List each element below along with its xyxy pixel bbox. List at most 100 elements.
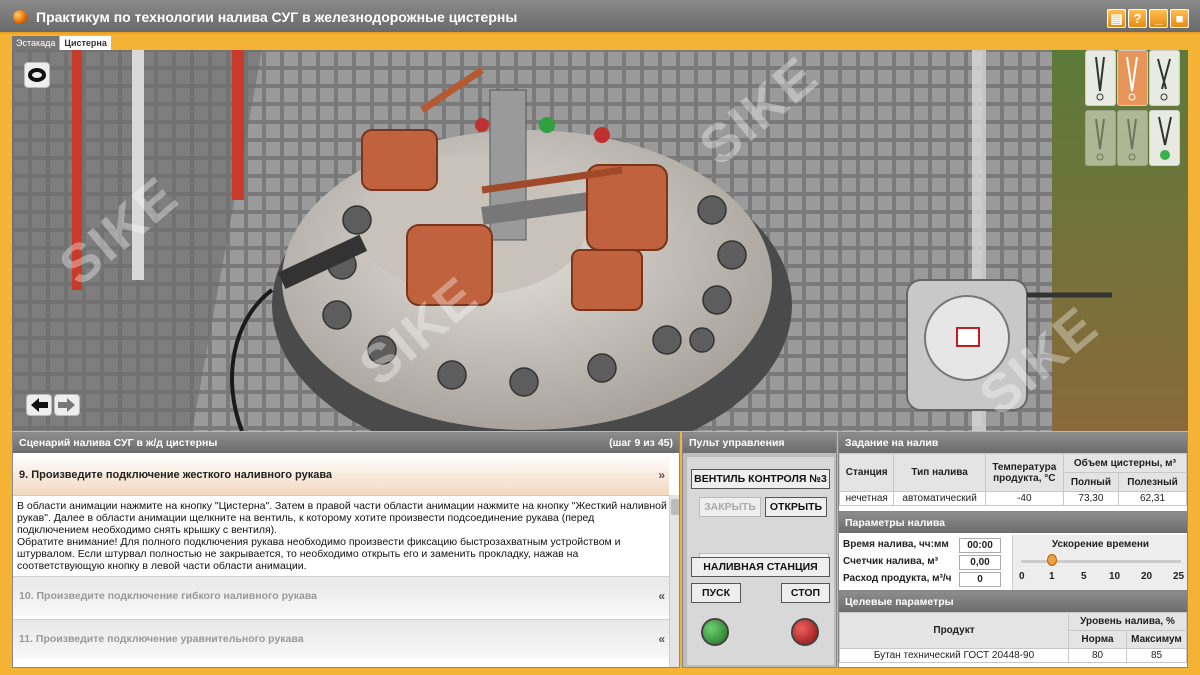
minimize-icon[interactable]: _ bbox=[1149, 9, 1168, 28]
task-title: Задание на налив bbox=[839, 433, 1187, 453]
cell-temperature: -40 bbox=[984, 491, 1064, 506]
scene-illustration bbox=[12, 50, 1188, 431]
control-panel: Пульт управления ВЕНТИЛЬ КОНТРОЛЯ №3 ЗАК… bbox=[682, 432, 837, 668]
speed-tick: 25 bbox=[1173, 571, 1185, 582]
flow-label: Расход продукта, м³/ч bbox=[843, 573, 952, 584]
task-table: Станция Тип налива Температура продукта,… bbox=[839, 453, 1187, 506]
prev-button[interactable] bbox=[26, 394, 52, 416]
animation-area[interactable]: SIKE SIKE SIKE SIKE bbox=[12, 50, 1188, 431]
time-acceleration: Ускорение времени 0 1 5 10 20 25 bbox=[1012, 535, 1187, 590]
control-title: Пульт управления bbox=[683, 433, 836, 453]
grounding-tool[interactable] bbox=[1149, 110, 1180, 166]
window-title: Практикум по технологии налива СУГ в жел… bbox=[36, 9, 518, 25]
stop-button[interactable]: СТОП bbox=[781, 583, 830, 603]
speed-tick: 0 bbox=[1019, 571, 1025, 582]
header-temperature: Температура продукта, °С bbox=[984, 453, 1064, 492]
equalizing-hose-icon bbox=[1095, 118, 1105, 161]
start-lamp[interactable] bbox=[701, 618, 729, 646]
table-row: нечетная автоматический -40 73,30 62,31 bbox=[839, 491, 1187, 506]
filling-station-button[interactable]: НАЛИВНАЯ СТАНЦИЯ bbox=[691, 557, 830, 577]
step-counter: (шаг 9 из 45) bbox=[609, 437, 673, 449]
valve-icon bbox=[1126, 56, 1138, 101]
flexible-hose-icon bbox=[1157, 58, 1171, 101]
time-value: 00:00 bbox=[959, 538, 1001, 553]
table-row: Бутан технический ГОСТ 20448-90 80 85 bbox=[839, 648, 1187, 663]
target-panel: Целевые параметры Продукт Уровень налива… bbox=[838, 591, 1188, 668]
counter-value: 0,00 bbox=[959, 555, 1001, 570]
scenario-title: Сценарий налива СУГ в ж/д цистерны bbox=[19, 437, 218, 449]
stop-lamp[interactable] bbox=[791, 618, 819, 646]
header-product: Продукт bbox=[839, 612, 1069, 649]
start-button[interactable]: ПУСК bbox=[691, 583, 741, 603]
flexible-hose-tool[interactable] bbox=[1149, 50, 1180, 106]
step-title: 10. Произведите подключение гибкого нали… bbox=[19, 590, 317, 602]
valve-tool[interactable] bbox=[1117, 50, 1148, 106]
header-max: Максимум bbox=[1126, 630, 1187, 649]
speed-tick: 1 bbox=[1049, 571, 1055, 582]
header-norm: Норма bbox=[1068, 630, 1127, 649]
control-body: ВЕНТИЛЬ КОНТРОЛЯ №3 ЗАКРЫТЬ ОТКРЫТЬ НАЛИ… bbox=[687, 457, 834, 665]
grounding-clamp-icon bbox=[1158, 116, 1172, 160]
speed-slider-knob[interactable] bbox=[1047, 554, 1057, 566]
cell-product: Бутан технический ГОСТ 20448-90 bbox=[839, 648, 1069, 663]
gasket-button[interactable] bbox=[24, 62, 50, 88]
scenario-header: Сценарий налива СУГ в ж/д цистерны (шаг … bbox=[13, 433, 679, 453]
app-window: Практикум по технологии налива СУГ в жел… bbox=[0, 0, 1200, 675]
header-type: Тип налива bbox=[893, 453, 986, 492]
task-panel: Задание на налив Станция Тип налива Темп… bbox=[838, 432, 1188, 512]
flow-value: 0 bbox=[959, 572, 1001, 587]
params-title: Параметры налива bbox=[839, 513, 1187, 533]
current-step-title: 9. Произведите подключение жесткого нали… bbox=[19, 469, 333, 481]
book-icon[interactable]: ▤ bbox=[1107, 9, 1126, 28]
cell-max: 85 bbox=[1126, 648, 1187, 663]
cell-norm: 80 bbox=[1068, 648, 1127, 663]
pressure-icon bbox=[1127, 118, 1137, 161]
gasket-icon bbox=[28, 68, 46, 82]
step-item[interactable]: 10. Произведите подключение гибкого нали… bbox=[13, 576, 669, 616]
viewport-tabs: Эстакада Цистерна bbox=[12, 36, 112, 50]
tab-estakada[interactable]: Эстакада bbox=[12, 36, 60, 50]
scrollbar-thumb[interactable] bbox=[671, 499, 679, 515]
close-icon[interactable]: ■ bbox=[1170, 9, 1189, 28]
arrow-left-icon bbox=[31, 398, 48, 412]
header-level: Уровень налива, % bbox=[1068, 612, 1187, 631]
current-step-text: В области анимации нажмите на кнопку "Ци… bbox=[17, 500, 667, 572]
params-panel: Параметры налива Время налива, чч:мм 00:… bbox=[838, 512, 1188, 591]
cell-full: 73,30 bbox=[1062, 491, 1120, 506]
rigid-hose-icon bbox=[1095, 56, 1105, 101]
header-useful: Полезный bbox=[1118, 472, 1187, 492]
tab-cistern[interactable]: Цистерна bbox=[60, 36, 111, 50]
app-logo-icon bbox=[13, 10, 27, 24]
step-title: 11. Произведите подключение уравнительно… bbox=[19, 633, 304, 645]
scenario-panel: Сценарий налива СУГ в ж/д цистерны (шаг … bbox=[12, 432, 680, 668]
cell-type: автоматический bbox=[893, 491, 986, 506]
help-icon[interactable]: ? bbox=[1128, 9, 1147, 28]
valve-select-button[interactable]: ВЕНТИЛЬ КОНТРОЛЯ №3 bbox=[691, 469, 830, 489]
scrollbar[interactable] bbox=[669, 495, 679, 667]
pressure-tool[interactable] bbox=[1117, 110, 1148, 166]
close-valve-button[interactable]: ЗАКРЫТЬ bbox=[699, 497, 761, 517]
speed-slider-track[interactable] bbox=[1021, 560, 1181, 563]
current-step-header[interactable]: 9. Произведите подключение жесткого нали… bbox=[13, 454, 669, 496]
open-valve-button[interactable]: ОТКРЫТЬ bbox=[765, 497, 827, 517]
equalizing-hose-tool[interactable] bbox=[1085, 110, 1116, 166]
header-full: Полный bbox=[1062, 472, 1120, 492]
step-item[interactable]: 11. Произведите подключение уравнительно… bbox=[13, 619, 669, 659]
cell-useful: 62,31 bbox=[1118, 491, 1187, 506]
title-bar: Практикум по технологии налива СУГ в жел… bbox=[0, 0, 1200, 34]
speed-title: Ускорение времени bbox=[1051, 539, 1150, 550]
speed-tick: 5 bbox=[1081, 571, 1087, 582]
rigid-hose-tool[interactable] bbox=[1085, 50, 1116, 106]
target-title: Целевые параметры bbox=[839, 592, 1187, 612]
chevron-expand-icon[interactable]: « bbox=[658, 589, 665, 603]
speed-tick: 10 bbox=[1109, 571, 1121, 582]
chevron-expand-icon[interactable]: « bbox=[658, 632, 665, 646]
header-station: Станция bbox=[839, 453, 895, 492]
header-volume: Объем цистерны, м³ bbox=[1062, 453, 1187, 473]
cell-station: нечетная bbox=[839, 491, 895, 506]
chevron-down-icon[interactable]: » bbox=[658, 468, 665, 482]
speed-tick: 20 bbox=[1141, 571, 1153, 582]
next-button[interactable] bbox=[54, 394, 80, 416]
time-label: Время налива, чч:мм bbox=[843, 539, 949, 550]
arrow-right-icon bbox=[58, 398, 75, 412]
